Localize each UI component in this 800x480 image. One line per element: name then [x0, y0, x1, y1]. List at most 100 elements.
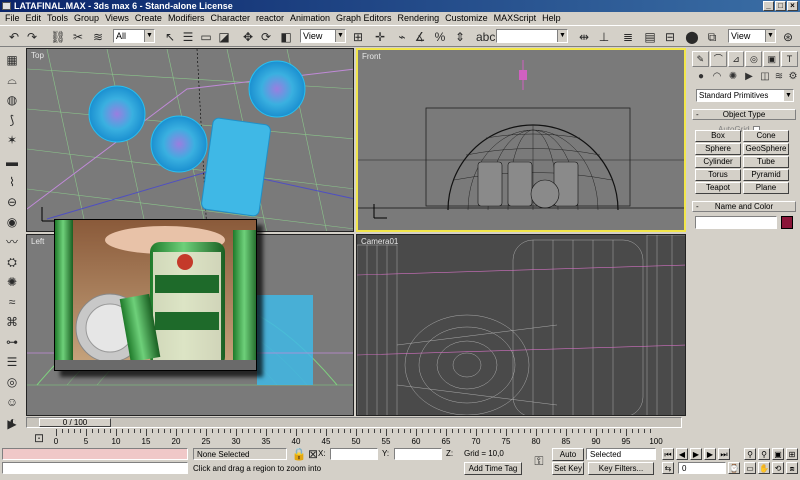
- key-mode-dropdown[interactable]: Selected: [586, 448, 656, 460]
- maximize-viewport-icon[interactable]: ⧈: [786, 462, 798, 474]
- render-view-dropdown[interactable]: View ▼: [728, 29, 776, 43]
- maxscript-input[interactable]: [2, 462, 188, 474]
- menu-help[interactable]: Help: [539, 12, 564, 25]
- prismatic-icon[interactable]: ☰: [3, 354, 21, 370]
- pivot-icon[interactable]: ⊞: [350, 29, 366, 45]
- undo-icon[interactable]: ↶: [6, 29, 22, 45]
- auto-key-button[interactable]: Auto Key: [552, 448, 584, 470]
- tube-button[interactable]: Tube: [743, 156, 789, 168]
- menu-maxscript[interactable]: MAXScript: [491, 12, 540, 25]
- play-icon[interactable]: ▶: [690, 448, 702, 460]
- torus-button[interactable]: Torus: [695, 169, 741, 181]
- track-bar[interactable]: 0 5 10 15 20 25 30 35 40 45 50 55 60 65 70 75 80 85 90 95 10…: [54, 429, 663, 446]
- menu-graph-editors[interactable]: Graph Editors: [333, 12, 395, 25]
- viewport-top[interactable]: Top: [26, 48, 354, 232]
- curve-editor-icon[interactable]: ▤: [642, 29, 658, 45]
- menu-file[interactable]: File: [2, 12, 23, 25]
- box-button[interactable]: Box: [695, 130, 741, 142]
- menu-edit[interactable]: Edit: [23, 12, 45, 25]
- selection-filter-dropdown[interactable]: All ▼: [113, 29, 155, 43]
- percent-snap-icon[interactable]: %: [432, 29, 448, 45]
- previous-frame-icon[interactable]: ◀: [676, 448, 688, 460]
- add-time-tag-button[interactable]: Add Time Tag: [464, 462, 522, 475]
- goto-start-icon[interactable]: ⏮: [662, 448, 674, 460]
- fracture-icon[interactable]: ✺: [3, 274, 21, 290]
- spinner-snap-icon[interactable]: ⇕: [452, 29, 468, 45]
- mini-curve-editor-icon[interactable]: ◐: [4, 413, 22, 429]
- viewport-label[interactable]: Left: [31, 237, 44, 246]
- modify-tab-icon[interactable]: ⌒: [709, 51, 727, 67]
- object-category-dropdown[interactable]: Standard Primitives ▼: [696, 89, 794, 102]
- reference-coordinate-dropdown[interactable]: View ▼: [300, 29, 346, 43]
- car-wheel-icon[interactable]: ◎: [3, 374, 21, 390]
- viewport-front[interactable]: Front: [356, 48, 686, 232]
- utilities-tab-icon[interactable]: T: [781, 51, 798, 67]
- ragdoll-icon[interactable]: ☺: [3, 394, 21, 410]
- menu-create[interactable]: Create: [132, 12, 165, 25]
- quick-render-icon[interactable]: ⊛: [780, 29, 796, 45]
- helpers-icon[interactable]: ◫: [758, 70, 772, 84]
- shapes-icon[interactable]: ◠: [710, 70, 724, 84]
- display-tab-icon[interactable]: ▣: [763, 51, 781, 67]
- menu-rendering[interactable]: Rendering: [395, 12, 443, 25]
- wind-icon[interactable]: 〰: [3, 234, 21, 250]
- geosphere-button[interactable]: GeoSphere: [743, 143, 789, 155]
- plane-button[interactable]: Plane: [743, 182, 789, 194]
- maximize-button[interactable]: □: [775, 1, 786, 11]
- set-key-button[interactable]: Set Key: [552, 462, 584, 475]
- viewport-label[interactable]: Top: [31, 51, 44, 60]
- menu-group[interactable]: Group: [71, 12, 102, 25]
- select-object-icon[interactable]: ↖: [162, 29, 178, 45]
- object-color-swatch[interactable]: [781, 216, 793, 229]
- menu-character[interactable]: Character: [207, 12, 253, 25]
- redo-icon[interactable]: ↷: [24, 29, 40, 45]
- zoom-icon[interactable]: ⚲: [744, 448, 756, 460]
- object-name-field[interactable]: [695, 216, 777, 229]
- sphere-button[interactable]: Sphere: [695, 143, 741, 155]
- key-filters-button[interactable]: Key Filters...: [588, 462, 654, 475]
- track-bar-icon[interactable]: ⊡: [30, 430, 48, 446]
- link-icon[interactable]: ⛓: [50, 29, 66, 45]
- dashpot-icon[interactable]: ⊖: [3, 194, 21, 210]
- systems-icon[interactable]: ⚙: [786, 70, 800, 84]
- angle-snap-icon[interactable]: ∡: [412, 29, 428, 45]
- mirror-icon[interactable]: ⇹: [576, 29, 592, 45]
- cloth-icon[interactable]: ⌓: [3, 72, 21, 88]
- hinge-icon[interactable]: ⌘: [3, 314, 21, 330]
- close-button[interactable]: ×: [787, 1, 798, 11]
- render-scene-icon[interactable]: ⧉: [704, 29, 720, 45]
- zoom-extents-icon[interactable]: ▣: [772, 448, 784, 460]
- water-icon[interactable]: ≈: [3, 294, 21, 310]
- constraint-icon[interactable]: ✶: [3, 132, 21, 148]
- window-crossing-icon[interactable]: ◪: [216, 29, 232, 45]
- pyramid-button[interactable]: Pyramid: [743, 169, 789, 181]
- viewport-perspective[interactable]: Camera01: [356, 234, 686, 416]
- pan-icon[interactable]: ✋: [758, 462, 770, 474]
- current-frame-field[interactable]: 0: [678, 462, 726, 474]
- zoom-all-icon[interactable]: ⚲: [758, 448, 770, 460]
- motor-icon[interactable]: ◉: [3, 214, 21, 230]
- arc-rotate-icon[interactable]: ⟲: [772, 462, 784, 474]
- teapot-button[interactable]: Teapot: [695, 182, 741, 194]
- menu-animation[interactable]: Animation: [287, 12, 333, 25]
- plane-icon[interactable]: ▬: [3, 154, 21, 170]
- set-key-mode-icon[interactable]: ⚿: [530, 453, 548, 469]
- x-coordinate-field[interactable]: [330, 448, 378, 460]
- maxscript-listener-mini[interactable]: [2, 448, 188, 460]
- menu-customize[interactable]: Customize: [442, 12, 491, 25]
- soft-body-icon[interactable]: ◍: [3, 92, 21, 108]
- viewport-label[interactable]: Front: [362, 52, 381, 61]
- rotate-icon[interactable]: ⟳: [258, 29, 274, 45]
- app-icon[interactable]: [2, 2, 11, 10]
- next-frame-icon[interactable]: ▶: [704, 448, 716, 460]
- rope-icon[interactable]: ⟆: [3, 112, 21, 128]
- zoom-extents-all-icon[interactable]: ⊞: [786, 448, 798, 460]
- align-icon[interactable]: ⊥: [596, 29, 612, 45]
- time-slider-thumb[interactable]: 0 / 100: [39, 418, 111, 427]
- menu-tools[interactable]: Tools: [44, 12, 71, 25]
- named-selection-set-dropdown[interactable]: ▼: [496, 29, 568, 43]
- minimize-button[interactable]: _: [763, 1, 774, 11]
- time-configuration-icon[interactable]: ⌚: [728, 462, 740, 474]
- cylinder-button[interactable]: Cylinder: [695, 156, 741, 168]
- time-slider[interactable]: 0 / 100: [26, 417, 682, 428]
